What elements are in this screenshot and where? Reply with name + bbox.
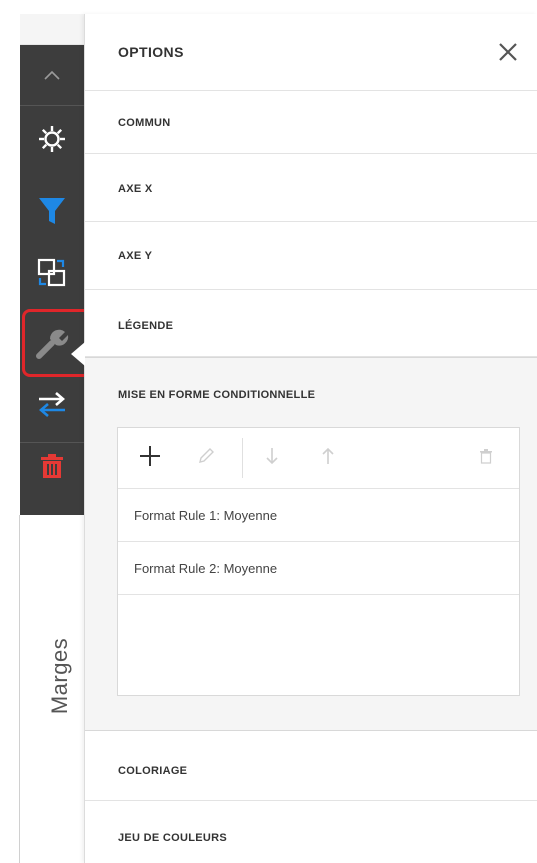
panel-header: OPTIONS [85,14,537,91]
convert-button[interactable] [20,257,84,293]
settings-button[interactable] [20,123,84,159]
delete-item-button[interactable] [20,450,84,486]
close-icon [494,43,522,70]
section-legende[interactable]: LÉGENDE [85,290,537,357]
filter-button[interactable] [20,195,84,231]
rule-label: Format Rule 2: Moyenne [134,561,278,576]
section-label[interactable]: MISE EN FORME CONDITIONNELLE [118,389,315,401]
plus-icon [139,445,161,472]
move-up-button[interactable] [312,442,344,474]
swap-icon [37,390,67,423]
convert-icon [37,258,67,293]
format-rules-list: Format Rule 1: Moyenne Format Rule 2: Mo… [117,427,520,696]
section-label: JEU DE COULEURS [118,832,228,844]
surface-border [19,515,20,863]
edit-rule-button[interactable] [190,442,222,474]
close-button[interactable] [494,38,522,66]
trash-icon [40,453,64,484]
section-jeu-de-couleurs[interactable]: JEU DE COULEURS [85,801,537,863]
collapse-button[interactable] [20,61,84,91]
options-panel: OPTIONS COMMUN AXE X AXE Y LÉGENDE MISE … [71,14,537,863]
arrow-down-icon [264,446,280,471]
background-strip [0,0,20,863]
section-coloriage[interactable]: COLORIAGE [85,731,537,801]
section-label: COMMUN [118,117,171,129]
panel-pointer [71,342,85,366]
arrow-up-icon [320,446,336,471]
item-toolbar [20,45,84,515]
swap-button[interactable] [20,388,84,424]
section-axe-x[interactable]: AXE X [85,154,537,222]
trash-icon [479,448,493,469]
section-label: COLORIAGE [118,765,188,777]
add-rule-button[interactable] [134,442,166,474]
section-label: AXE X [118,183,153,195]
rules-toolbar [118,428,519,489]
chevron-up-icon [44,67,60,85]
filter-icon [38,196,66,231]
section-label: LÉGENDE [118,320,174,332]
toolbar-separator [242,438,243,478]
marges-label: Marges [47,637,72,715]
section-label: AXE Y [118,250,153,262]
section-commun[interactable]: COMMUN [85,91,537,154]
list-item[interactable]: Format Rule 2: Moyenne [118,542,519,595]
section-axe-y[interactable]: AXE Y [85,222,537,290]
gear-icon [37,124,67,159]
pencil-icon [197,447,215,470]
delete-rule-button[interactable] [470,442,502,474]
move-down-button[interactable] [256,442,288,474]
panel-title: OPTIONS [118,44,184,60]
list-item[interactable]: Format Rule 1: Moyenne [118,489,519,542]
toolbar-collapse-area [20,14,84,45]
rule-label: Format Rule 1: Moyenne [134,508,278,523]
